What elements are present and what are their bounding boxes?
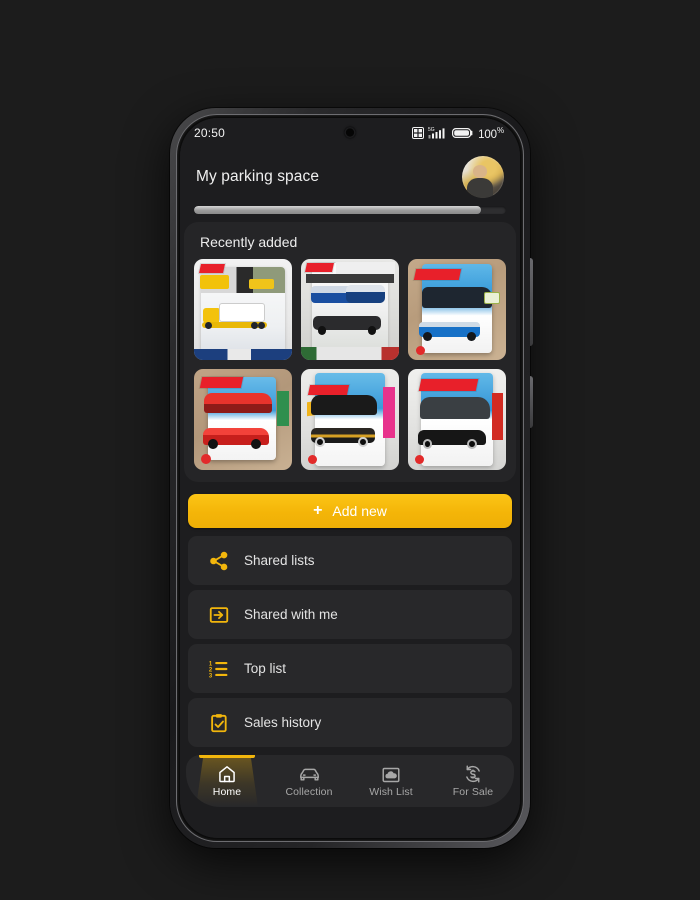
menu-item-shared-with-me[interactable]: Shared with me — [188, 590, 512, 640]
menu-item-sales-history[interactable]: Sales history — [188, 698, 512, 748]
nav-item-collection[interactable]: Collection — [268, 755, 350, 807]
nav-item-wish-list[interactable]: Wish List — [350, 755, 432, 807]
status-time: 20:50 — [194, 126, 226, 140]
numbered-list-icon: 123 — [202, 658, 236, 680]
collection-thumbnail[interactable] — [301, 369, 399, 471]
menu-item-label: Shared lists — [244, 553, 315, 569]
front-camera-punch-hole — [344, 127, 356, 138]
plus-icon: + — [313, 502, 323, 520]
section-title-recently-added: Recently added — [200, 234, 298, 250]
signal-bars-icon: 5G — [428, 126, 448, 139]
phone-bezel: 20:50 5G 100% My parking space Recently … — [176, 114, 524, 842]
dollar-sync-icon — [463, 764, 483, 784]
menu-item-label: Sales history — [244, 715, 322, 731]
nav-item-label: Wish List — [369, 786, 413, 799]
nav-item-label: Collection — [285, 786, 333, 799]
phone-screen: 20:50 5G 100% My parking space Recently … — [180, 118, 520, 838]
collection-thumbnail[interactable] — [194, 259, 292, 361]
recently-added-section: Recently added — [184, 222, 516, 483]
volume-button[interactable] — [530, 258, 533, 346]
nav-item-label: Home — [212, 786, 242, 799]
share-nodes-icon — [202, 550, 236, 572]
page-title: My parking space — [196, 168, 320, 185]
app-header: My parking space — [180, 148, 520, 200]
svg-text:5G: 5G — [428, 128, 435, 134]
add-new-label: Add new — [332, 503, 387, 520]
scrollbar-thumb[interactable] — [194, 206, 482, 214]
menu-item-shared-lists[interactable]: Shared lists — [188, 536, 512, 586]
main-content: Recently added + Add new Shared lists Sh… — [180, 222, 520, 838]
arrow-into-box-icon — [202, 604, 236, 626]
bottom-navigation-bar: Home Collection Wish List For Sale — [186, 755, 514, 808]
battery-full-icon — [452, 127, 474, 139]
avatar[interactable] — [462, 156, 504, 198]
nav-item-for-sale[interactable]: For Sale — [432, 755, 514, 807]
status-indicators: 5G 100% — [412, 126, 504, 141]
power-button[interactable] — [530, 376, 533, 428]
image-cloud-icon — [381, 764, 401, 784]
battery-percent-symbol: % — [496, 125, 504, 135]
clipboard-check-icon — [202, 712, 236, 734]
car-icon — [299, 764, 320, 784]
nav-item-home[interactable]: Home — [186, 755, 268, 807]
svg-text:3: 3 — [209, 673, 213, 679]
dual-sim-icon — [412, 126, 425, 139]
menu-list: Shared lists Shared with me 1 2 3 Top li… — [180, 536, 520, 748]
battery-level-value: 100 — [478, 128, 497, 141]
horizontal-scrollbar[interactable] — [194, 206, 506, 214]
collection-thumbnail[interactable] — [408, 369, 506, 471]
status-bar: 20:50 5G 100% — [180, 118, 520, 148]
add-new-button[interactable]: + Add new — [188, 494, 512, 529]
nav-item-label: For Sale — [452, 786, 494, 799]
battery-percentage: 100% — [478, 126, 504, 141]
recently-added-grid — [194, 259, 506, 471]
menu-item-top-list[interactable]: 123 Top list — [188, 644, 512, 694]
menu-item-label: Shared with me — [244, 607, 338, 623]
collection-thumbnail[interactable] — [408, 259, 506, 361]
scroll-track-container — [180, 200, 520, 222]
collection-thumbnail[interactable] — [194, 369, 292, 471]
collection-thumbnail[interactable] — [301, 259, 399, 361]
phone-frame: 20:50 5G 100% My parking space Recently … — [170, 108, 533, 848]
home-icon — [217, 764, 237, 784]
menu-item-label: Top list — [244, 661, 287, 677]
